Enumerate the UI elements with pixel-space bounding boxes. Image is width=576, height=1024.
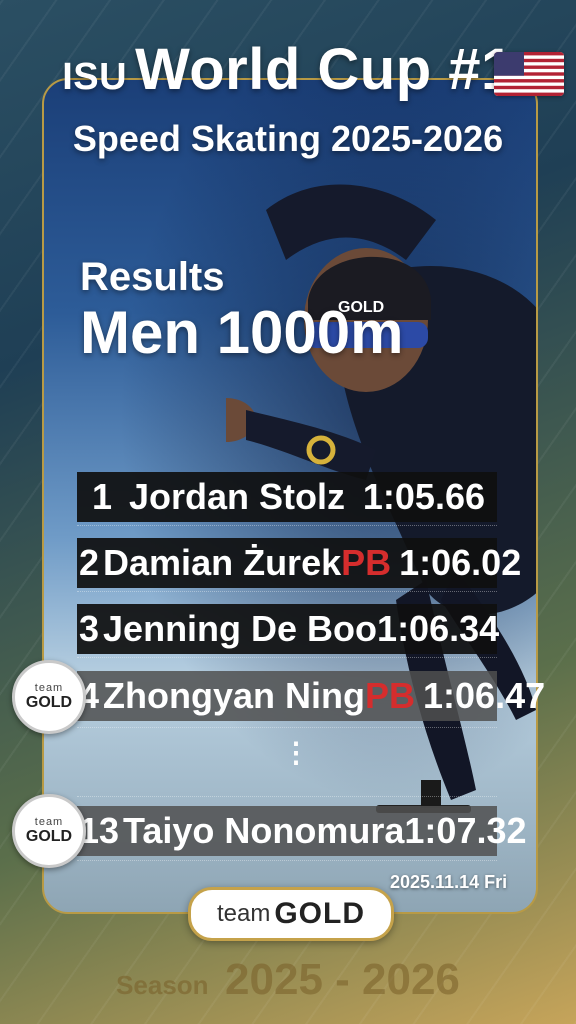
badge-team-text: team — [34, 816, 64, 828]
rank: 3 — [79, 608, 100, 649]
badge-gold-text: GOLD — [25, 828, 73, 845]
badge-gold-text: GOLD — [25, 694, 73, 711]
rank: 2 — [79, 542, 100, 583]
event-title: ISU World Cup #1 — [0, 36, 576, 103]
pb-badge: PB — [341, 542, 392, 583]
world-cup-title: World Cup #1 — [135, 37, 514, 102]
athlete-name: Jordan Stolz — [129, 476, 346, 517]
rank: 1 — [91, 476, 113, 517]
row-divider — [77, 727, 497, 728]
result-row: 2 Damian Żurek PB 1:06.02 — [77, 538, 521, 588]
row-divider — [77, 860, 497, 861]
more-rows-ellipsis: ⋮ — [282, 739, 310, 767]
season-footer: Season 2025 - 2026 — [0, 955, 576, 1005]
result-time: 1:06.02 — [399, 542, 522, 583]
event-subtitle: Speed Skating 2025-2026 — [72, 118, 504, 159]
row-divider — [77, 796, 497, 797]
season-label: Season — [116, 970, 209, 1000]
brand-gold-text: GOLD — [274, 897, 366, 930]
row-divider — [77, 591, 497, 592]
result-row: 3 Jenning De Boo 1:06.34 — [77, 604, 499, 654]
result-row: 13 Taiyo Nonomura 1:07.32 — [77, 806, 527, 856]
results-heading: Results — [80, 255, 225, 299]
result-time: 1:07.32 — [404, 810, 527, 851]
season-years: 2025 - 2026 — [225, 955, 460, 1004]
team-gold-badge: team GOLD — [12, 794, 86, 868]
event-date: 2025.11.14 Fri — [390, 872, 508, 892]
badge-team-text: team — [34, 682, 64, 694]
athlete-name: Taiyo Nonomura — [123, 810, 405, 851]
event-name: Men 1000m — [80, 299, 404, 366]
result-row: 1 Jordan Stolz 1:05.66 — [77, 472, 497, 522]
row-divider — [77, 525, 497, 526]
brand-team-text: team — [216, 900, 271, 927]
team-gold-badge: team GOLD — [12, 660, 86, 734]
result-time: 1:05.66 — [362, 476, 485, 517]
athlete-name: Damian Żurek — [103, 542, 342, 583]
result-row: 4 Zhongyan Ning PB 1:06.47 — [77, 671, 545, 721]
team-gold-logo: team GOLD — [188, 887, 394, 941]
row-divider — [77, 657, 497, 658]
result-time: 1:06.34 — [377, 608, 500, 649]
pb-badge: PB — [365, 675, 416, 716]
usa-flag-icon — [494, 52, 564, 96]
athlete-name: Jenning De Boo — [103, 608, 378, 649]
athlete-name: Zhongyan Ning — [103, 675, 365, 716]
result-time: 1:06.47 — [423, 675, 546, 716]
isu-label: ISU — [62, 56, 128, 98]
